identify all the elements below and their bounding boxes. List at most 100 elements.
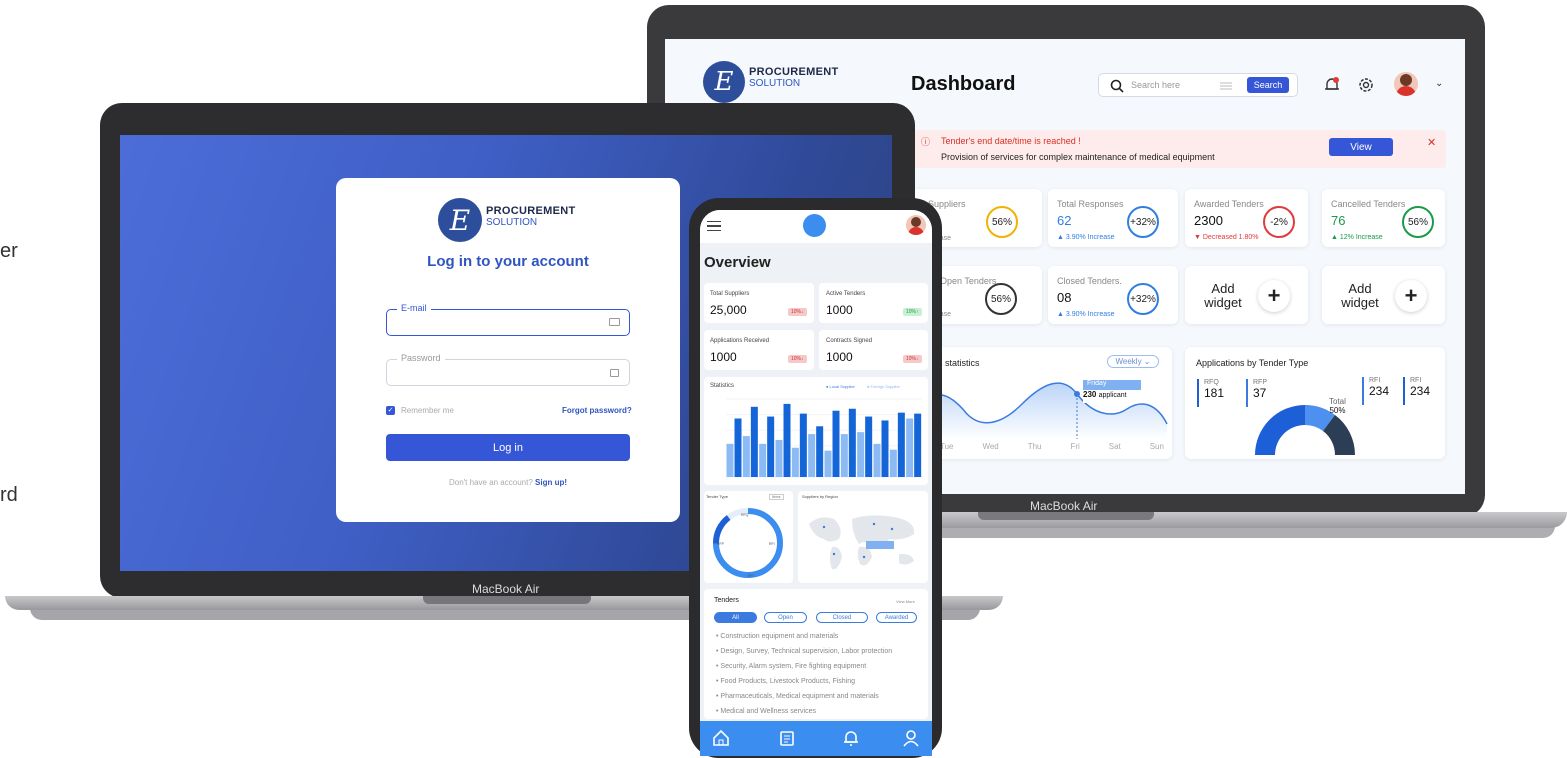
stat-ring: +32% (1127, 283, 1159, 315)
view-more-link[interactable]: View More (896, 599, 915, 604)
world-map-icon (809, 515, 915, 570)
stat-ring: 56% (1402, 206, 1434, 238)
chevron-down-icon[interactable]: ⌄ (1435, 78, 1443, 89)
bar-local-supplier (914, 413, 922, 477)
bell-icon[interactable] (842, 729, 860, 747)
card-title: Applications by Tender Type (1196, 358, 1309, 368)
logo-mark-icon: E (438, 198, 482, 242)
filter-open[interactable]: Open (764, 612, 807, 623)
alert-icon: ⓘ (921, 137, 931, 147)
search-bar[interactable]: Search here Search (1098, 73, 1298, 97)
stat-value: 62 (1057, 213, 1072, 228)
type-item: RFQ 181 (1197, 379, 1224, 407)
user-icon[interactable] (902, 729, 920, 747)
filter-all[interactable]: All (714, 612, 757, 623)
password-label: Password (397, 353, 445, 363)
close-icon[interactable]: ✕ (1427, 136, 1436, 149)
tenders-card: Tenders View More All Open Closed Awarde… (704, 589, 928, 719)
login-card: E PROCUREMENT SOLUTION Log in to your ac… (336, 178, 680, 522)
login-button[interactable]: Log in (386, 434, 630, 461)
search-icon (1110, 79, 1124, 93)
bar-local-supplier (750, 406, 758, 477)
bar-local-supplier (799, 413, 807, 477)
list-item[interactable]: • Pharmaceuticals, Medical equipment and… (716, 693, 879, 700)
bell-icon[interactable] (1323, 76, 1341, 94)
bar-local-supplier (897, 412, 905, 477)
avatar[interactable] (1394, 72, 1418, 96)
list-item[interactable]: • Design, Survey, Technical supervision,… (716, 648, 892, 655)
logo-mark-icon: E (703, 61, 745, 103)
stat-value: 08 (1057, 290, 1072, 305)
stat-note: ▼ Decreased 1.80% (1194, 234, 1259, 241)
bar-local-supplier (848, 408, 856, 477)
gear-icon[interactable] (1357, 76, 1375, 94)
list-item[interactable]: • Security, Alarm system, Fire fighting … (716, 663, 866, 670)
legend-foreign: ● Foreign Supplier (867, 384, 900, 389)
add-widget-label: Add (1211, 281, 1235, 296)
mail-icon (609, 318, 620, 326)
bar-local-supplier (734, 418, 742, 477)
bar-foreign-supplier (742, 436, 750, 477)
filter-awarded[interactable]: Awarded (876, 612, 917, 623)
search-input[interactable]: Search here (1131, 80, 1180, 90)
search-button[interactable]: Search (1247, 77, 1289, 93)
stat-card-closed-tenders: Closed Tenders. 08 ▲ 3.90% Increase +32% (1048, 266, 1178, 324)
stat-label: Open Tenders (940, 276, 997, 286)
view-button[interactable]: View (1329, 138, 1393, 156)
kpi-card: Total Suppliers 25,000 10%↓ (704, 283, 814, 323)
kpi-card: Applications Received 1000 10%↓ (704, 330, 814, 370)
filter-closed[interactable]: Closed (816, 612, 868, 623)
brand-sub: SOLUTION (749, 77, 801, 89)
list-item[interactable]: • Food Products, Livestock Products, Fis… (716, 678, 855, 685)
stat-label: Awarded Tenders (1194, 199, 1264, 209)
statistics-card: Statistics ● Local Supplier ● Foreign Su… (704, 377, 928, 485)
phone-top-bar (700, 210, 932, 243)
login-title: Log in to your account (427, 253, 589, 270)
bar-local-supplier (816, 426, 824, 477)
card-title: Suppliers by Region (802, 494, 838, 499)
filter-icon[interactable] (1220, 81, 1232, 91)
stat-ring: 56% (985, 283, 1017, 315)
card-title: Tender Type (706, 494, 728, 499)
remember-checkbox[interactable]: ✓ (386, 406, 395, 415)
home-icon[interactable] (712, 729, 730, 747)
remember-label: Remember me (401, 406, 454, 415)
brand-name: PROCUREMENT (749, 65, 839, 78)
stat-card-cancelled-tenders: Cancelled Tenders 76 ▲ 12% Increase 56% (1322, 189, 1445, 247)
day-label: Sun (1149, 442, 1164, 451)
stat-value: 76 (1331, 213, 1346, 228)
type-filter[interactable]: Items (769, 494, 784, 500)
add-widget-card-2[interactable]: Add widget + (1322, 266, 1445, 324)
device-label: MacBook Air (472, 582, 540, 596)
signup-link[interactable]: Sign up! (535, 478, 567, 487)
menu-icon[interactable] (707, 221, 721, 231)
document-icon[interactable] (778, 729, 796, 747)
stat-card-awarded-tenders: Awarded Tenders 2300 ▼ Decreased 1.80% -… (1185, 189, 1308, 247)
email-field[interactable]: E-mail (386, 303, 630, 336)
overview-title: Overview (704, 254, 771, 271)
avatar[interactable] (906, 215, 926, 235)
type-item: RFI 234 (1362, 377, 1389, 405)
ring-label: RFP (717, 542, 724, 546)
password-field[interactable]: Password (386, 353, 630, 386)
forgot-password-link[interactable]: Forgot password? (562, 406, 632, 415)
brand-name: PROCUREMENT (486, 204, 576, 217)
edge-text-2: rd (0, 484, 18, 506)
bar-local-supplier (783, 403, 791, 477)
day-label: Fri (1070, 442, 1080, 451)
day-label: Sat (1108, 442, 1121, 451)
day-label: Wed (982, 442, 999, 451)
period-select[interactable]: Weekly ⌄ (1107, 355, 1159, 368)
stat-label: Total Responses (1057, 199, 1124, 209)
tooltip-day: Friday (1083, 380, 1141, 390)
plus-icon[interactable]: + (1258, 280, 1290, 312)
add-widget-card-1[interactable]: Add widget + (1185, 266, 1308, 324)
bar-foreign-supplier (824, 450, 832, 477)
plus-icon[interactable]: + (1395, 280, 1427, 312)
list-item[interactable]: • Medical and Wellness services (716, 708, 816, 715)
ring-label: RFI (769, 542, 775, 546)
add-widget-label: Add (1348, 281, 1372, 296)
stat-note: ▲ 3.90% Increase (1057, 234, 1115, 241)
list-item[interactable]: • Construction equipment and materials (716, 633, 838, 640)
add-widget-label: widget (1341, 295, 1379, 310)
